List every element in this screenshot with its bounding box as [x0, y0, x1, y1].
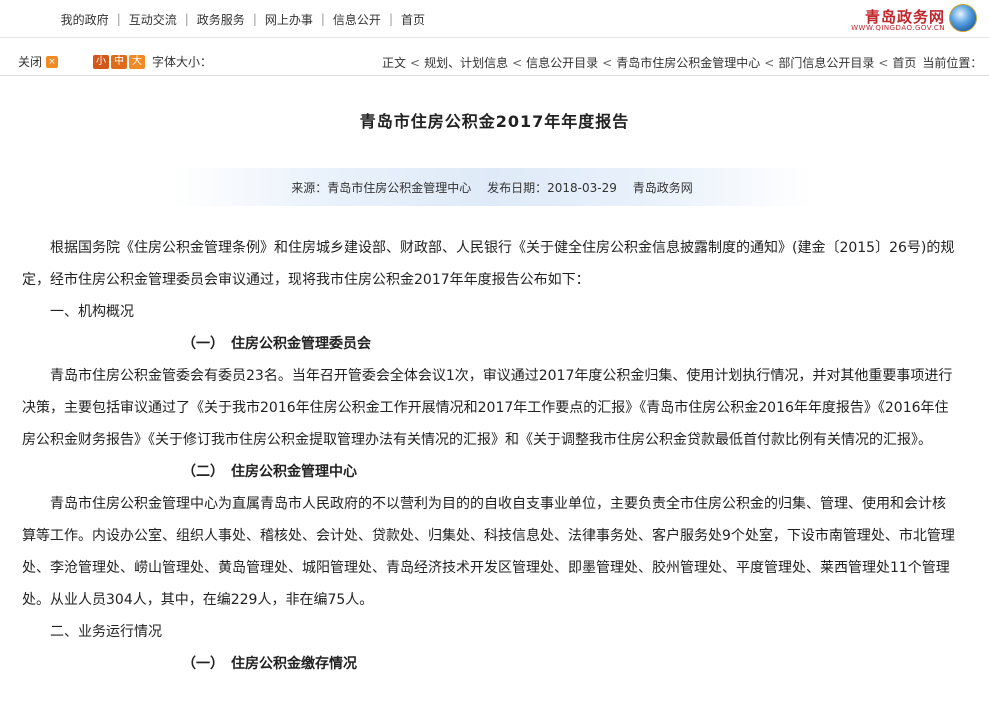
breadcrumb-item-catalog[interactable]: 信息公开目录: [526, 54, 598, 71]
logo-sub: WWW.QINGDAO.GOV.CN: [851, 24, 945, 32]
article-meta-bar: 来源：青岛市住房公积金管理中心 发布日期：2018-03-29 青岛政务网: [172, 168, 812, 206]
site-logo[interactable]: 青岛政务网 WWW.QINGDAO.GOV.CN: [851, 2, 981, 36]
nav-separator: |: [252, 12, 257, 26]
subsection-heading-center: （二） 住房公积金管理中心: [182, 464, 357, 480]
close-button[interactable]: 关闭 ×: [18, 53, 59, 70]
top-nav: 我的政府 | 互动交流 | 政务服务 | 网上办事 | 信息公开 | 首页: [57, 10, 429, 28]
breadcrumb-label: 当前位置：: [922, 56, 983, 70]
breadcrumb: 正文 < 规划、计划信息 < 信息公开目录 < 青岛市住房公积金管理中心 < 部…: [382, 54, 982, 71]
nav-separator: |: [116, 12, 121, 26]
nav-separator: |: [388, 12, 393, 26]
nav-separator: |: [320, 12, 325, 26]
breadcrumb-item-dept-catalog[interactable]: 部门信息公开目录: [778, 54, 874, 71]
nav-separator: |: [184, 12, 189, 26]
nav-my-government[interactable]: 我的政府: [57, 11, 113, 28]
paragraph-committee: 青岛市住房公积金管委会有委员23名。当年召开管委会全体会议1次，审议通过2017…: [22, 368, 953, 448]
close-label: 关闭: [18, 55, 43, 69]
breadcrumb-item-home[interactable]: 首页: [892, 54, 916, 71]
globe-icon: [949, 4, 977, 32]
nav-info-public[interactable]: 信息公开: [329, 11, 385, 28]
breadcrumb-separator: <: [602, 55, 613, 70]
section-heading-institution: 一、机构概况: [50, 304, 134, 320]
article-meta: 来源：青岛市住房公积金管理中心 发布日期：2018-03-29 青岛政务网: [172, 179, 812, 196]
breadcrumb-item-center[interactable]: 青岛市住房公积金管理中心: [616, 54, 760, 71]
font-size-small-button[interactable]: 小: [93, 54, 110, 69]
article-title: 青岛市住房公积金2017年年度报告: [359, 112, 630, 131]
breadcrumb-separator: <: [878, 55, 889, 70]
breadcrumb-item-plan-info[interactable]: 规划、计划信息: [424, 54, 508, 71]
paragraph-intro: 根据国务院《住房公积金管理条例》和住房城乡建设部、财政部、人民银行《关于健全住房…: [22, 240, 955, 288]
meta-publish-date: 发布日期：2018-03-29: [487, 181, 617, 195]
breadcrumb-separator: <: [512, 55, 523, 70]
breadcrumb-separator: <: [410, 55, 421, 70]
font-size-control: 关闭 × 小 中 大 字体大小：: [18, 53, 212, 70]
nav-online-services[interactable]: 政务服务: [193, 11, 249, 28]
top-bar: 我的政府 | 互动交流 | 政务服务 | 网上办事 | 信息公开 | 首页 青岛…: [0, 0, 989, 38]
paragraph-center: 青岛市住房公积金管理中心为直属青岛市人民政府的不以营利为目的的自收自支事业单位，…: [22, 496, 955, 608]
close-icon: ×: [46, 55, 59, 68]
meta-site: 青岛政务网: [632, 181, 693, 195]
breadcrumb-separator: <: [764, 55, 775, 70]
breadcrumb-item-current: 正文: [382, 56, 407, 70]
font-size-large-button[interactable]: 大: [129, 54, 146, 69]
font-size-medium-button[interactable]: 中: [111, 54, 128, 69]
nav-online-affairs[interactable]: 网上办事: [261, 11, 317, 28]
article-body: 根据国务院《住房公积金管理条例》和住房城乡建设部、财政部、人民银行《关于健全住房…: [22, 232, 957, 680]
section-heading-operations: 二、业务运行情况: [50, 624, 162, 640]
subsection-heading-deposit: （一） 住房公积金缴存情况: [182, 656, 357, 672]
meta-source: 来源：青岛市住房公积金管理中心: [291, 181, 472, 195]
nav-home[interactable]: 首页: [397, 11, 429, 28]
nav-government-services[interactable]: 互动交流: [125, 11, 181, 28]
font-size-label: 字体大小：: [152, 55, 213, 69]
breadcrumb-bar: 关闭 × 小 中 大 字体大小： 正文 < 规划、计划信息 < 信息公开目录 <…: [0, 46, 989, 76]
subsection-heading-committee: （一） 住房公积金管理委员会: [182, 336, 371, 352]
